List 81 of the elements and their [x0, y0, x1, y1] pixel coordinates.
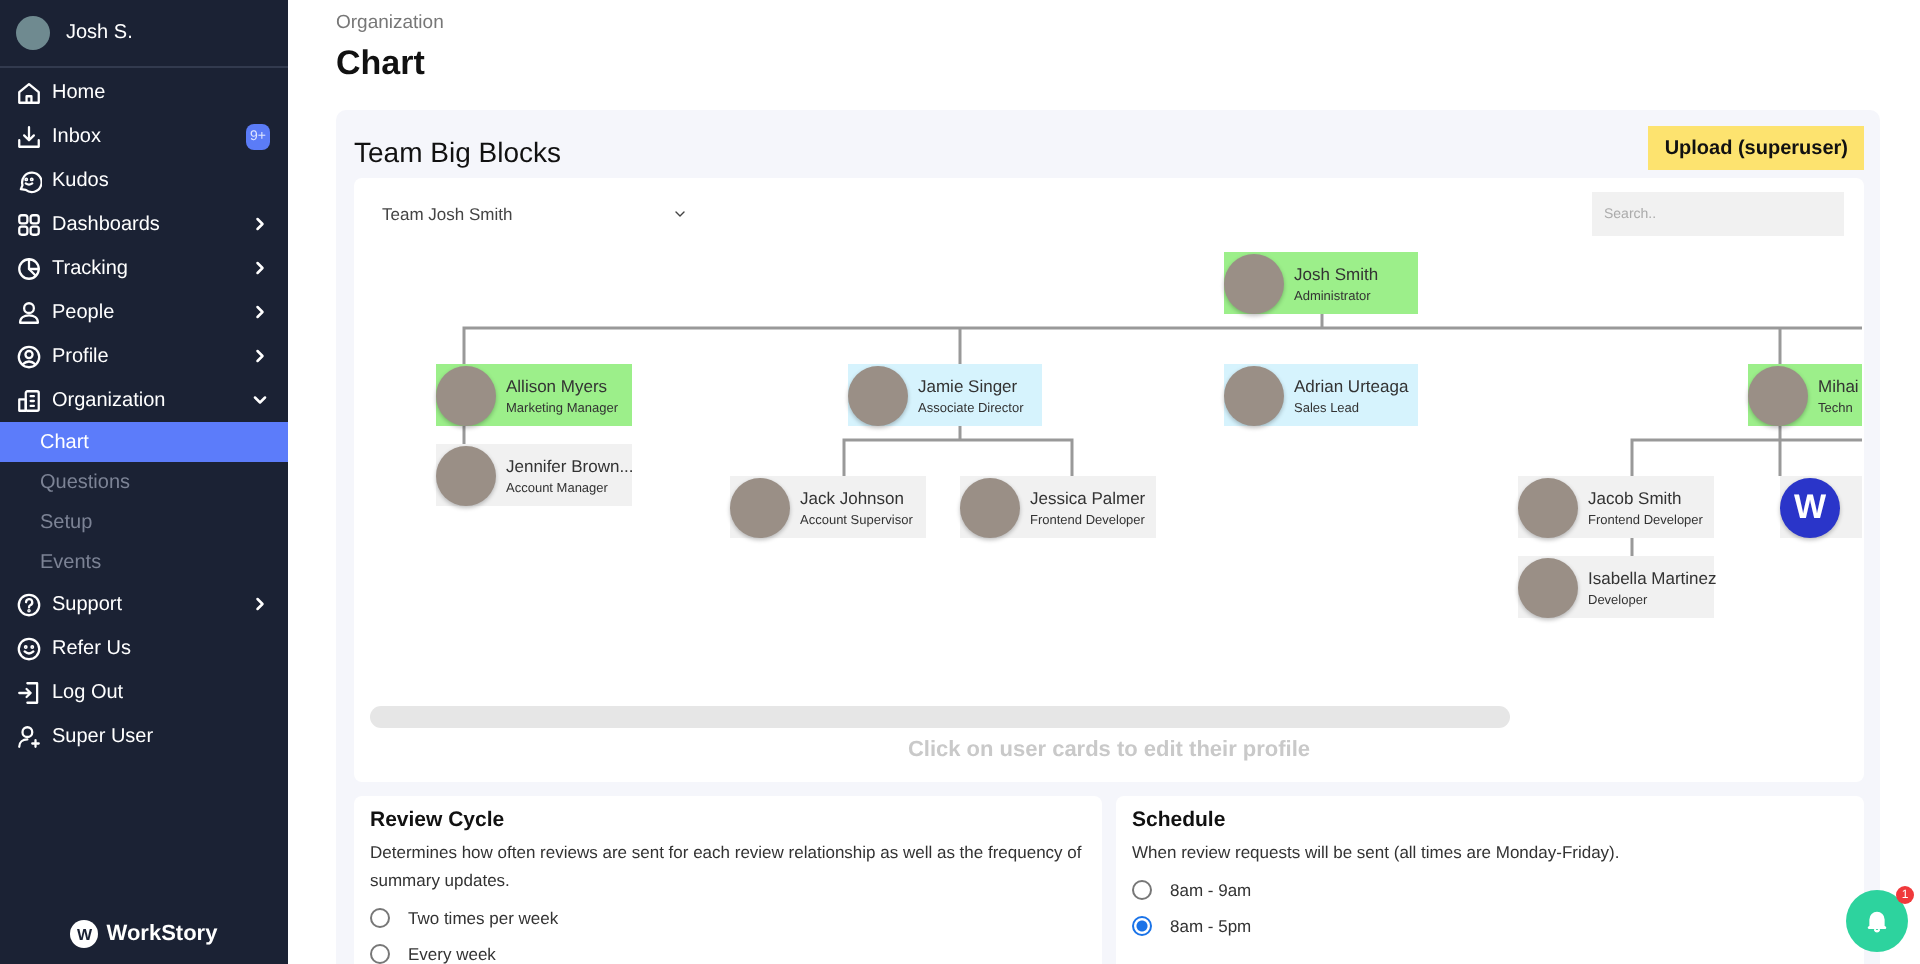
user-name: Josh S.: [66, 22, 133, 44]
avatar-photo-placeholder: [1748, 365, 1808, 425]
logout-icon: [16, 679, 42, 705]
pie-chart-icon: [16, 255, 42, 281]
radio-button[interactable]: [1132, 915, 1152, 935]
avatar-photo-placeholder: [1518, 557, 1578, 617]
person-name: Jamie Singer: [918, 375, 1020, 395]
building-icon: [16, 387, 42, 413]
avatar-photo-placeholder: [1224, 253, 1284, 313]
logo-text: WorkStory: [106, 922, 218, 946]
chevron-right-icon: [250, 594, 270, 614]
help-icon: [16, 591, 42, 617]
radio-button[interactable]: [370, 907, 390, 927]
chevron-right-icon: [250, 214, 270, 234]
horizontal-scrollbar[interactable]: [370, 706, 1510, 728]
person-name: Adrian Urteaga: [1294, 375, 1409, 395]
nav-item[interactable]: Super User: [0, 714, 288, 758]
upload-button[interactable]: Upload (superuser): [1648, 126, 1864, 170]
person-icon: [16, 299, 42, 325]
avatar-photo-placeholder: [960, 477, 1020, 537]
nav-item[interactable]: Dashboards: [0, 202, 288, 246]
option-label: 8am - 5pm: [1170, 915, 1252, 935]
nav-item[interactable]: Home: [0, 70, 288, 114]
person-name: Jacob Smith: [1588, 487, 1684, 507]
person-name: Mihai: [1818, 375, 1859, 395]
home-icon: [16, 79, 42, 105]
chevron-down-icon: [672, 206, 689, 222]
option-label: Every week: [408, 943, 496, 963]
section-title: Review Cycle: [370, 808, 507, 832]
section-description: When review requests will be sent (all times are Monday-Friday).: [1132, 840, 1622, 866]
nav-item[interactable]: Support: [0, 582, 288, 626]
nav-item[interactable]: Tracking: [0, 246, 288, 290]
avatar-photo-placeholder: [436, 445, 496, 505]
section-title: Schedule: [1132, 808, 1228, 832]
person-name: Josh Smith: [1294, 263, 1379, 283]
smiley-icon: [16, 635, 42, 661]
chevron-right-icon: [250, 258, 270, 278]
connector-line: [462, 426, 466, 444]
nav-item[interactable]: Log Out: [0, 670, 288, 714]
avatar-photo-placeholder: [436, 365, 496, 425]
avatar-photo-placeholder: [848, 365, 908, 425]
breadcrumb[interactable]: Organization: [336, 12, 1880, 34]
connector-line: [1630, 538, 1634, 556]
section-description: Determines how often reviews are sent for each review relationship as well as the frequency of summary updates.: [370, 840, 1084, 894]
page-title: Chart: [336, 44, 427, 84]
nav-subitem[interactable]: Chart: [0, 422, 288, 462]
nav-item[interactable]: Profile: [0, 334, 288, 378]
nav-subitem[interactable]: Questions: [0, 462, 288, 502]
avatar-photo-placeholder: [730, 477, 790, 537]
bell-icon: [1864, 908, 1890, 934]
logo-mark: W: [70, 920, 99, 948]
person-name: Jennifer Brown...: [506, 455, 634, 475]
chevron-right-icon: [250, 346, 270, 366]
avatar-photo-placeholder: [1518, 477, 1578, 537]
add-user-icon: [16, 723, 42, 749]
team-title: Team Big Blocks: [354, 136, 561, 168]
grid-icon: [16, 211, 42, 237]
nav-subitem[interactable]: Setup: [0, 502, 288, 542]
avatar-photo-placeholder[interactable]: [16, 16, 50, 50]
option-label: 8am - 9am: [1170, 879, 1252, 899]
avatar-photo-placeholder: [1224, 365, 1284, 425]
chevron-right-icon: [250, 302, 270, 322]
org-card[interactable]: W: [1780, 476, 1862, 538]
user-circle-icon: [16, 343, 42, 369]
team-dropdown[interactable]: Team Josh Smith: [382, 204, 689, 224]
person-name: Jack Johnson: [800, 487, 906, 507]
smiley-icon: [16, 167, 42, 193]
radio-button[interactable]: [370, 943, 390, 963]
person-name: Allison Myers: [506, 375, 610, 395]
chevron-down-icon: [250, 390, 270, 410]
nav-item[interactable]: People: [0, 290, 288, 334]
inbox-icon: [16, 123, 42, 149]
nav-item[interactable]: Kudos: [0, 158, 288, 202]
nav-item[interactable]: Refer Us: [0, 626, 288, 670]
radio-button[interactable]: [1132, 879, 1152, 899]
person-name: Jessica Palmer: [1030, 487, 1146, 507]
option-label: Two times per week: [408, 907, 559, 927]
person-name: Isabella Martinez: [1588, 567, 1717, 587]
avatar-initial: W: [1780, 477, 1840, 537]
nav-item[interactable]: Organization: [0, 378, 288, 422]
nav-subitem[interactable]: Events: [0, 542, 288, 582]
